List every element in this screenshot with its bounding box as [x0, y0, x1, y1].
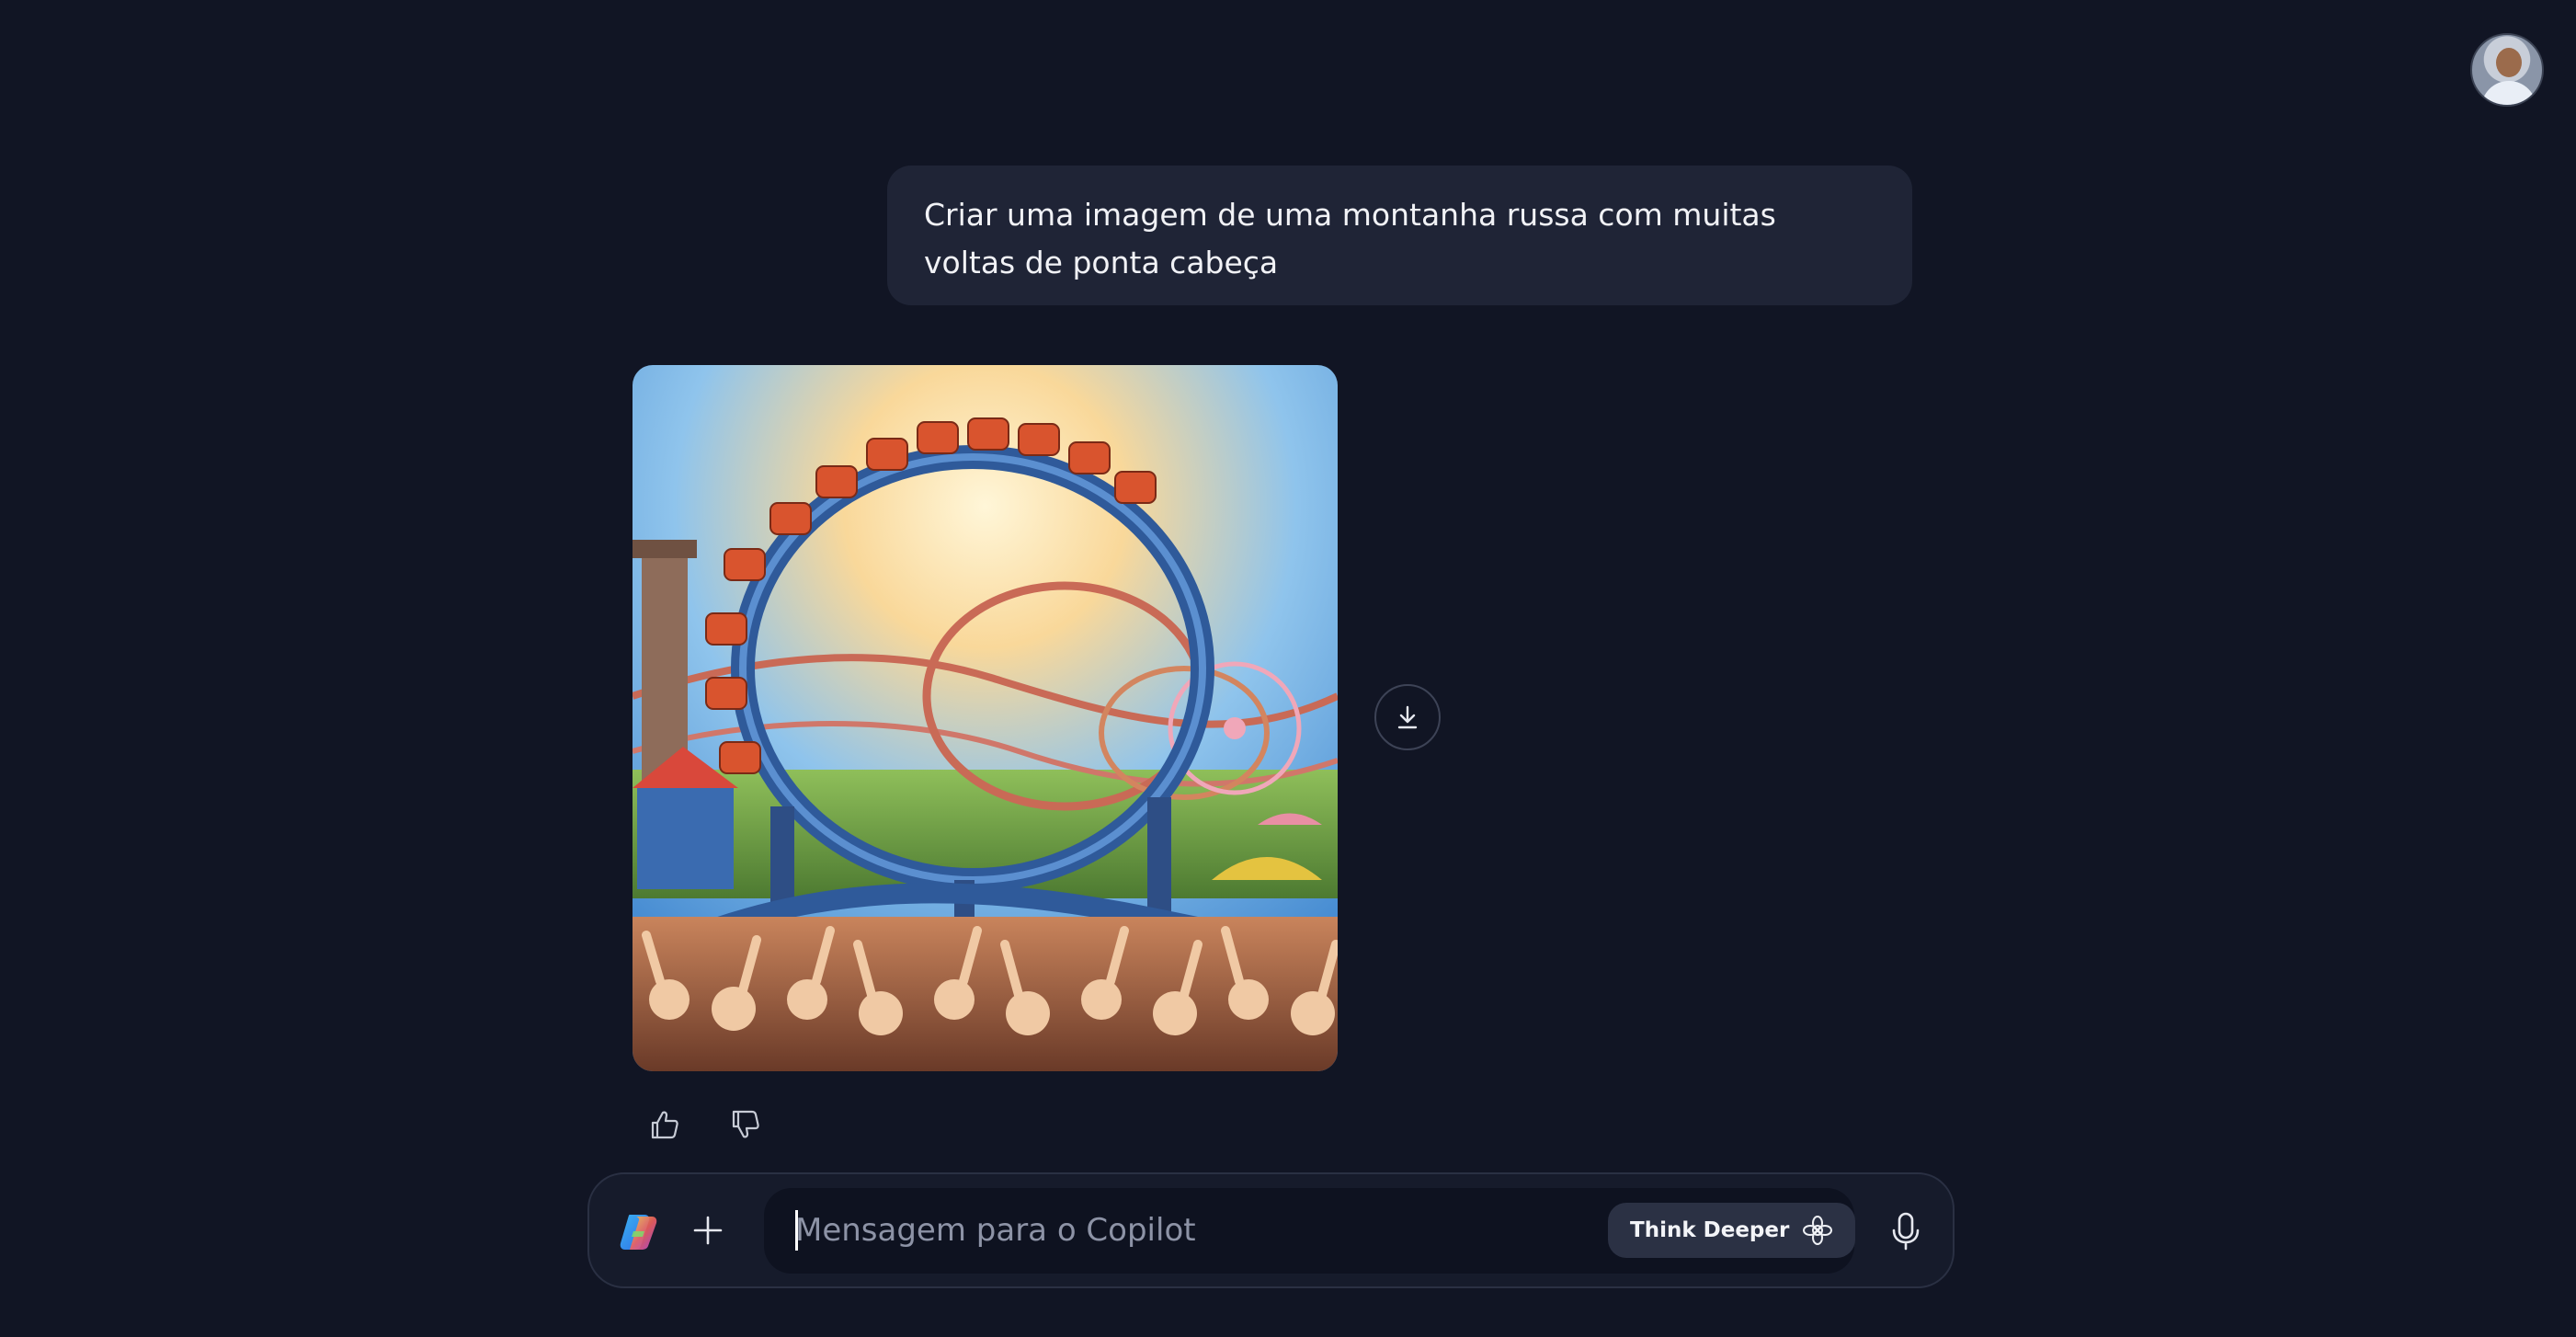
message-input[interactable]: [795, 1205, 1604, 1256]
thumbs-up-button[interactable]: [642, 1102, 688, 1148]
user-avatar[interactable]: [2470, 33, 2544, 107]
download-icon: [1397, 705, 1418, 729]
microphone-button[interactable]: [1880, 1206, 1932, 1257]
add-attachment-button[interactable]: [685, 1207, 731, 1253]
thumbs-up-icon: [651, 1111, 678, 1139]
download-button[interactable]: [1374, 684, 1441, 750]
think-deeper-icon: [1803, 1216, 1833, 1245]
message-input-container: Think Deeper: [764, 1188, 1856, 1274]
microphone-icon: [1892, 1212, 1920, 1251]
user-message: Criar uma imagem de uma montanha russa c…: [887, 166, 1912, 305]
text-caret: [795, 1210, 798, 1251]
thumbs-down-icon: [732, 1110, 759, 1138]
think-deeper-label: Think Deeper: [1630, 1218, 1790, 1242]
message-composer: Think Deeper: [587, 1172, 1955, 1288]
roller-coaster-loop-image[interactable]: [633, 365, 1338, 1071]
copilot-logo-button[interactable]: [617, 1209, 661, 1253]
avatar-shirt: [2481, 81, 2536, 105]
think-deeper-button[interactable]: Think Deeper: [1608, 1203, 1856, 1258]
generated-image-art: [633, 365, 1338, 1071]
thumbs-down-button[interactable]: [723, 1102, 769, 1148]
avatar-head: [2496, 48, 2522, 77]
plus-icon: [693, 1216, 723, 1245]
copilot-logo-icon: [620, 1215, 657, 1250]
